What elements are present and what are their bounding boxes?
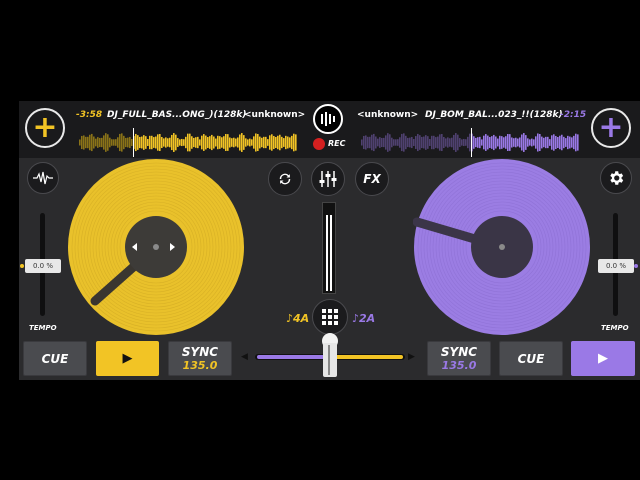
deck-b-tempo-label: TEMPO <box>601 324 629 332</box>
deck-a-bpm: 135.0 <box>182 359 218 372</box>
deck-a-play-button[interactable]: ▶ <box>96 341 159 376</box>
deck-a-turntable[interactable] <box>67 158 245 336</box>
grid-icon <box>322 309 338 325</box>
deck-a-add-track-button[interactable]: + <box>25 108 65 148</box>
fx-button[interactable]: FX <box>355 162 389 196</box>
deck-a-cue-button[interactable]: CUE <box>23 341 87 376</box>
record-icon[interactable] <box>313 138 325 150</box>
deck-b-waveform[interactable] <box>361 128 579 157</box>
fx-label: FX <box>363 172 381 186</box>
deck-a-waveform-toggle-button[interactable] <box>27 162 59 194</box>
gear-icon <box>610 171 624 185</box>
deck-a-key: ♪4A <box>286 312 310 325</box>
waveform-playhead <box>471 128 472 157</box>
deck-b-sync-label: SYNC <box>440 345 478 359</box>
deck-b-title: DJ_BOM_BAL...023_!!(128k) <box>425 110 563 120</box>
volume-meter <box>322 202 336 294</box>
app-logo-icon <box>313 104 343 134</box>
crossfader-right-arrow-icon[interactable]: ▶ <box>408 352 415 362</box>
deck-a-sync-label: SYNC <box>181 345 219 359</box>
deck-a-pitch-center-marker <box>20 264 24 268</box>
mixer-button[interactable] <box>311 162 345 196</box>
grid-menu-button[interactable] <box>312 299 348 335</box>
deck-b-settings-button[interactable] <box>600 162 632 194</box>
deck-b-pitch-center-marker <box>634 264 638 268</box>
play-icon: ▶ <box>598 351 608 366</box>
deck-b-artist: <unknown> <box>357 110 419 120</box>
dj-app: + + -3:58 DJ_FULL_BAS...ONG_)(128k) <unk… <box>19 101 640 380</box>
deck-b-bpm: 135.0 <box>441 359 477 372</box>
mixer-sliders-icon <box>319 171 337 187</box>
play-icon: ▶ <box>122 351 133 366</box>
deck-a-sync-button[interactable]: SYNC 135.0 <box>168 341 232 376</box>
deck-b-key: ♪2A <box>352 312 376 325</box>
loop-icon <box>279 173 291 185</box>
deck-b-time: -2:15 <box>560 110 587 120</box>
rec-label[interactable]: REC <box>328 139 346 148</box>
deck-a-title: DJ_FULL_BAS...ONG_)(128k) <box>107 110 247 120</box>
deck-a-artist: <unknown> <box>244 110 306 120</box>
deck-b-add-track-button[interactable]: + <box>591 108 631 148</box>
waveform-playhead <box>133 128 134 157</box>
deck-b-turntable[interactable] <box>413 158 591 336</box>
waveform-icon <box>33 171 53 185</box>
deck-a-waveform[interactable] <box>79 128 297 157</box>
deck-a-tempo-label: TEMPO <box>29 324 57 332</box>
deck-b-cue-button[interactable]: CUE <box>499 341 563 376</box>
deck-b-sync-button[interactable]: SYNC 135.0 <box>427 341 491 376</box>
crossfader-handle[interactable] <box>322 333 338 377</box>
deck-a-pitch-slider-thumb[interactable]: 0.0 % <box>25 259 61 273</box>
loop-button[interactable] <box>268 162 302 196</box>
deck-b-play-button[interactable]: ▶ <box>571 341 635 376</box>
deck-a-time: -3:58 <box>76 110 103 120</box>
plus-icon: + <box>32 110 58 145</box>
deck-b-pitch-slider-thumb[interactable]: 0.0 % <box>598 259 634 273</box>
deck-b-cue-label: CUE <box>517 351 545 366</box>
deck-a-cue-label: CUE <box>41 351 69 366</box>
plus-icon: + <box>598 110 624 145</box>
crossfader-left-arrow-icon[interactable]: ◀ <box>241 352 248 362</box>
